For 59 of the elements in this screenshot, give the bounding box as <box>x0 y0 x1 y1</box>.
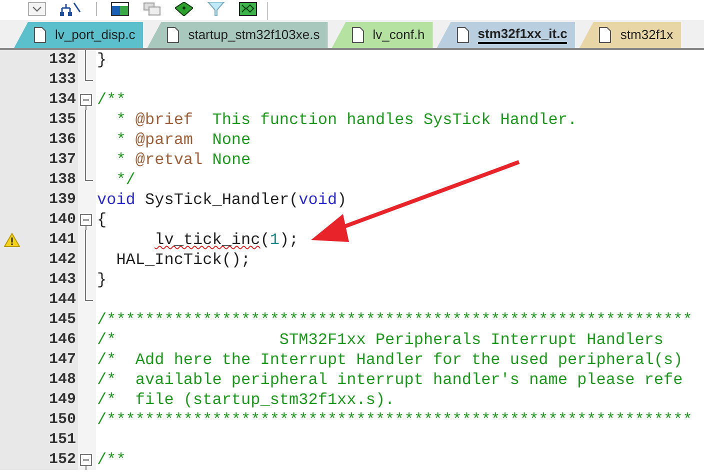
code-line: } <box>97 271 107 289</box>
line-number: 138 <box>48 171 76 188</box>
file-icon <box>352 27 364 43</box>
line-number: 142 <box>48 251 76 268</box>
line-number: 137 <box>48 151 76 168</box>
diamond-icon[interactable] <box>175 2 193 16</box>
code-line: } <box>97 51 107 69</box>
code-line: * @param None <box>115 131 251 149</box>
line-number: 149 <box>48 391 76 408</box>
line-number: 143 <box>48 271 76 288</box>
code-line: /************************************************************* <box>97 311 692 329</box>
code-line: /************************************************************* <box>97 411 692 429</box>
line-number: 147 <box>48 351 76 368</box>
collapse-icon[interactable] <box>80 454 92 470</box>
file-tab[interactable]: stm32f1x <box>579 22 682 48</box>
code-line: { <box>97 211 107 229</box>
file-icon <box>34 27 46 43</box>
line-number: 136 <box>48 131 76 148</box>
windows-icon[interactable] <box>143 2 161 16</box>
code-line: /** <box>97 91 126 109</box>
file-tab[interactable]: lv_conf.h <box>332 22 433 48</box>
line-number: 148 <box>48 371 76 388</box>
line-number: 135 <box>48 111 76 128</box>
code-line: HAL_IncTick(); <box>115 251 251 269</box>
line-number: 145 <box>48 311 76 328</box>
code-line: void SysTick_Handler(void) <box>97 191 347 209</box>
funnel-icon[interactable] <box>207 2 225 16</box>
code-line: * @brief This function handles SysTick Handler. <box>115 111 578 129</box>
grid-icon[interactable] <box>239 2 257 16</box>
line-number: 144 <box>48 291 76 308</box>
line-number: 133 <box>48 71 76 88</box>
file-icon <box>456 27 469 43</box>
hierarchy-icon[interactable] <box>60 2 82 16</box>
line-number: 150 <box>48 411 76 428</box>
line-number: 132 <box>48 51 76 68</box>
line-number: 141 <box>48 231 76 248</box>
line-number: 139 <box>48 191 76 208</box>
code-line: */ <box>115 171 136 189</box>
file-icon <box>167 27 180 43</box>
file-icon <box>599 27 612 43</box>
file-tab[interactable]: stm32f1xx_it.c <box>436 22 576 48</box>
window-icon[interactable] <box>111 2 129 16</box>
code-line: * @retval None <box>115 151 251 169</box>
line-number: 151 <box>48 431 76 448</box>
dropdown-caret-icon[interactable] <box>28 2 46 16</box>
code-line: /** <box>97 451 126 469</box>
code-line: /* available peripheral interrupt handler's name please refe <box>97 371 683 389</box>
code-line: /* file (startup_stm32f1xx.s). <box>97 391 395 409</box>
code-line: /* STM32F1xx Peripherals Interrupt Handlers <box>97 331 664 349</box>
file-tab[interactable]: lv_port_disp.c <box>14 22 144 48</box>
file-tab[interactable]: startup_stm32f103xe.s <box>147 22 328 48</box>
line-number: 146 <box>48 331 76 348</box>
code-line: /* Add here the Interrupt Handler for the used peripheral(s) <box>97 351 683 369</box>
collapse-icon[interactable] <box>80 214 92 230</box>
collapse-icon[interactable] <box>80 94 92 110</box>
line-number: 140 <box>48 211 76 228</box>
line-number: 134 <box>48 91 76 108</box>
line-number: 152 <box>48 451 76 468</box>
code-line: lv_tick_inc(1); <box>154 231 299 249</box>
